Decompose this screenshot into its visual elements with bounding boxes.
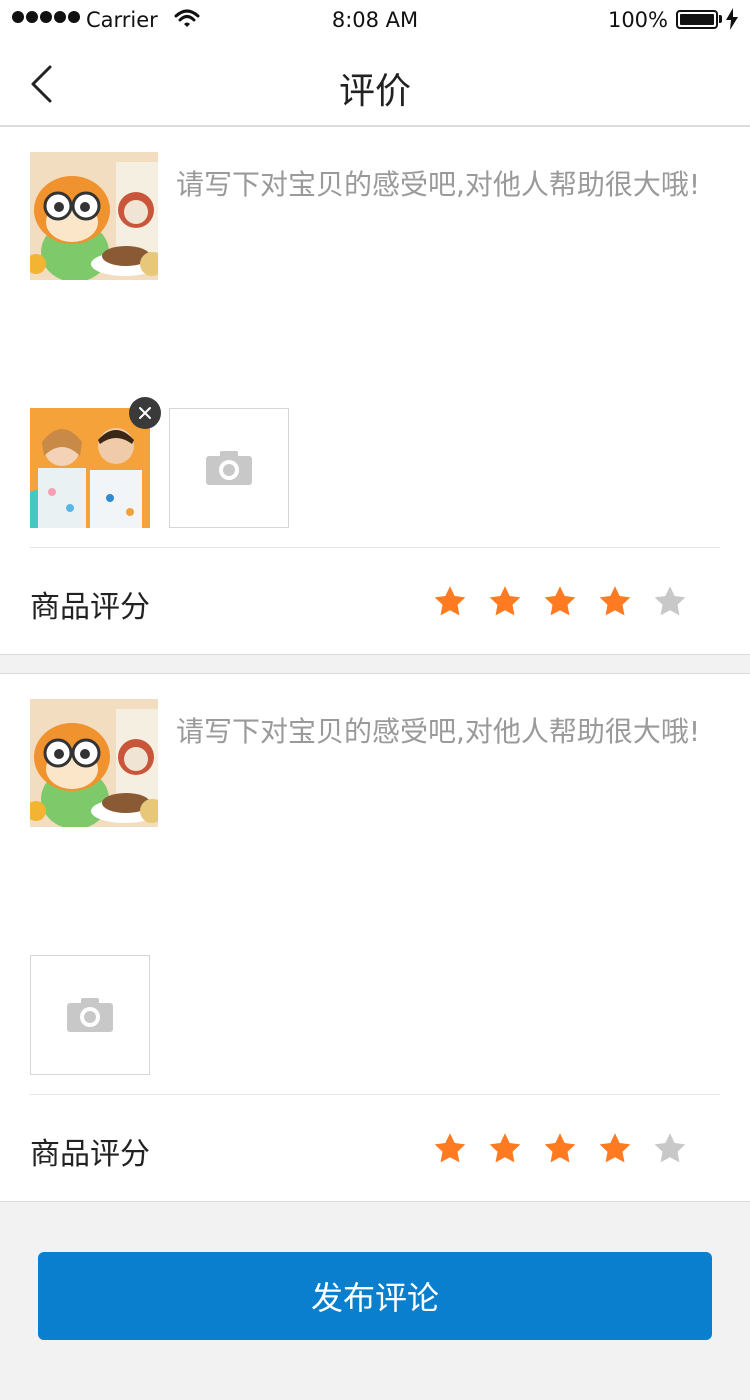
rating-label: 商品评分 [30,590,150,625]
star-icon[interactable] [432,584,468,620]
battery-tip [719,15,722,23]
review-textarea[interactable] [176,710,716,910]
star-icon[interactable] [487,1131,523,1167]
star-icon[interactable] [597,584,633,620]
camera-icon [67,998,113,1032]
charging-icon [726,8,738,30]
page-title: 评价 [338,71,411,112]
submit-review-button[interactable]: 发布评论 [38,1252,712,1340]
review-card: 商品评分 [0,673,750,1202]
review-textarea[interactable] [176,163,716,363]
camera-icon [206,451,252,485]
star-rating [432,584,707,620]
divider [30,1094,720,1095]
star-rating [432,1131,707,1167]
star-icon[interactable] [652,584,688,620]
uploaded-photo[interactable] [10,408,150,550]
review-card: 商品评分 [0,126,750,655]
battery-icon [676,10,718,29]
star-icon[interactable] [652,1131,688,1167]
product-image [30,699,158,827]
star-icon[interactable] [487,584,523,620]
nav-bar: 评价 [0,42,750,126]
star-icon[interactable] [542,584,578,620]
add-photo-button[interactable] [30,955,150,1075]
status-bar: Carrier 8:08 AM 100% [0,0,750,42]
battery-percent: 100% [607,8,668,32]
remove-photo-button[interactable] [129,397,161,429]
star-icon[interactable] [432,1131,468,1167]
close-icon [139,407,151,419]
add-photo-button[interactable] [169,408,289,528]
star-icon[interactable] [597,1131,633,1167]
product-image [30,152,158,280]
chevron-left-icon[interactable] [28,64,58,104]
star-icon[interactable] [542,1131,578,1167]
divider [30,547,720,548]
rating-label: 商品评分 [30,1137,150,1172]
